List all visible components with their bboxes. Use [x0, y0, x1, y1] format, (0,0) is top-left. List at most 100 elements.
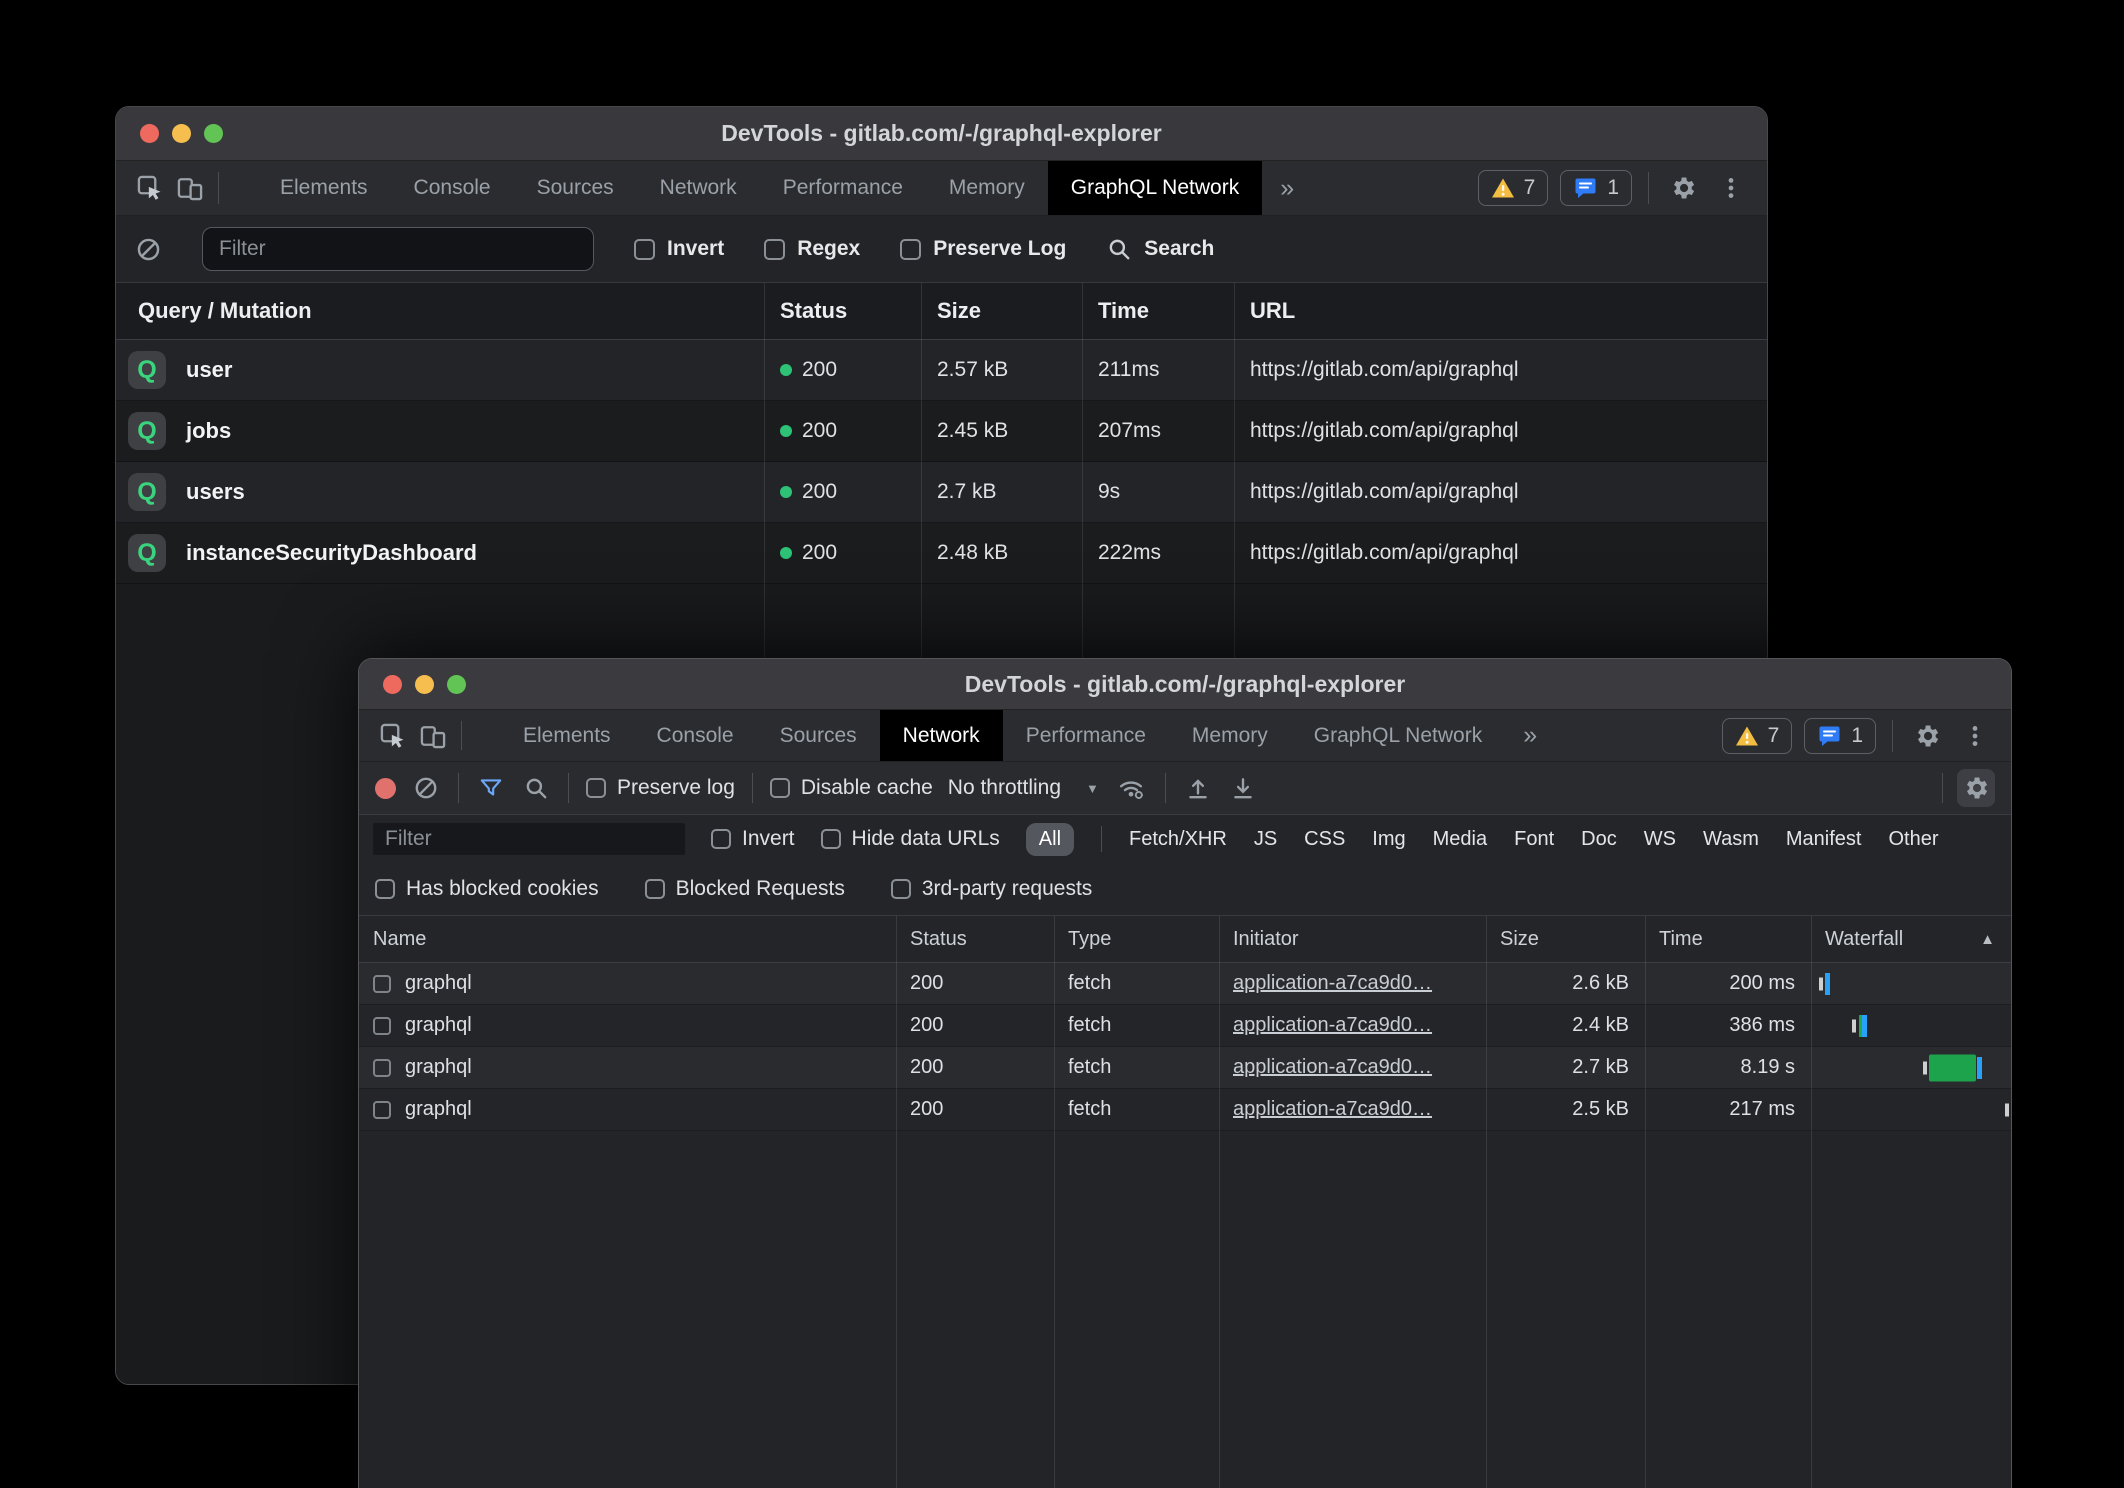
column-waterfall[interactable]: Waterfall ▲: [1811, 928, 2011, 951]
table-row[interactable]: graphql 200 fetch application-a7ca9d0… 2…: [359, 1089, 2011, 1131]
tab-network[interactable]: Network: [880, 710, 1003, 761]
initiator-link[interactable]: application-a7ca9d0…: [1219, 1014, 1486, 1037]
settings-gear-icon[interactable]: [1665, 170, 1701, 206]
column-time[interactable]: Time: [1082, 298, 1234, 324]
column-size[interactable]: Size: [1486, 928, 1645, 951]
hide-data-urls-checkbox[interactable]: [821, 829, 841, 849]
chip-manifest[interactable]: Manifest: [1786, 828, 1862, 851]
search-group[interactable]: Search: [1106, 236, 1214, 262]
network-filter-input[interactable]: [373, 823, 685, 855]
chip-ws[interactable]: WS: [1644, 828, 1676, 851]
kebab-menu-icon[interactable]: [1713, 170, 1749, 206]
warnings-badge[interactable]: 7: [1722, 718, 1793, 754]
more-tabs-icon[interactable]: »: [1262, 161, 1312, 215]
disable-cache-group[interactable]: Disable cache: [770, 776, 933, 800]
clear-icon[interactable]: [411, 775, 441, 801]
preserve-log-checkbox-group[interactable]: Preserve Log: [900, 237, 1066, 261]
tab-elements[interactable]: Elements: [500, 710, 634, 761]
regex-checkbox[interactable]: [764, 239, 785, 260]
initiator-link[interactable]: application-a7ca9d0…: [1219, 972, 1486, 995]
has-blocked-cookies-group[interactable]: Has blocked cookies: [375, 877, 599, 901]
column-type[interactable]: Type: [1054, 928, 1219, 951]
tab-console[interactable]: Console: [634, 710, 757, 761]
chip-css[interactable]: CSS: [1304, 828, 1345, 851]
tab-sources[interactable]: Sources: [757, 710, 880, 761]
invert-group[interactable]: Invert: [711, 827, 795, 851]
chip-font[interactable]: Font: [1514, 828, 1554, 851]
minimize-button[interactable]: [172, 124, 191, 143]
close-button[interactable]: [140, 124, 159, 143]
column-query-mutation[interactable]: Query / Mutation: [116, 298, 764, 324]
chip-media[interactable]: Media: [1433, 828, 1487, 851]
table-row[interactable]: Q user 200 2.57 kB 211ms https://gitlab.…: [116, 340, 1767, 401]
table-row[interactable]: graphql 200 fetch application-a7ca9d0… 2…: [359, 1047, 2011, 1089]
tab-memory[interactable]: Memory: [926, 161, 1048, 215]
column-time[interactable]: Time: [1645, 928, 1811, 951]
tab-elements[interactable]: Elements: [257, 161, 391, 215]
throttling-select[interactable]: No throttling ▼: [948, 776, 1099, 800]
preserve-log-group[interactable]: Preserve log: [586, 776, 735, 800]
maximize-button[interactable]: [204, 124, 223, 143]
regex-checkbox-group[interactable]: Regex: [764, 237, 860, 261]
graphql-filter-input[interactable]: [202, 227, 594, 271]
minimize-button[interactable]: [415, 675, 434, 694]
tab-console[interactable]: Console: [391, 161, 514, 215]
inspect-icon[interactable]: [373, 710, 413, 761]
initiator-link[interactable]: application-a7ca9d0…: [1219, 1098, 1486, 1121]
export-har-icon[interactable]: [1228, 775, 1258, 801]
invert-checkbox[interactable]: [711, 829, 731, 849]
chip-wasm[interactable]: Wasm: [1703, 828, 1759, 851]
tab-graphql-network[interactable]: GraphQL Network: [1048, 161, 1262, 215]
chip-js[interactable]: JS: [1254, 828, 1277, 851]
tab-sources[interactable]: Sources: [514, 161, 637, 215]
more-tabs-icon[interactable]: »: [1505, 710, 1555, 761]
tab-network[interactable]: Network: [637, 161, 760, 215]
device-toolbar-icon[interactable]: [170, 161, 210, 215]
third-party-requests-checkbox[interactable]: [891, 879, 911, 899]
close-button[interactable]: [383, 675, 402, 694]
row-checkbox[interactable]: [373, 1059, 391, 1077]
import-har-icon[interactable]: [1183, 775, 1213, 801]
column-name[interactable]: Name: [359, 928, 896, 951]
inspect-icon[interactable]: [130, 161, 170, 215]
invert-checkbox[interactable]: [634, 239, 655, 260]
kebab-menu-icon[interactable]: [1957, 718, 1993, 754]
tab-performance[interactable]: Performance: [760, 161, 926, 215]
filter-funnel-icon[interactable]: [476, 775, 506, 801]
preserve-log-checkbox[interactable]: [586, 778, 606, 798]
record-button[interactable]: [375, 778, 396, 799]
hide-data-urls-group[interactable]: Hide data URLs: [821, 827, 1000, 851]
column-url[interactable]: URL: [1234, 298, 1767, 324]
network-settings-gear-icon[interactable]: [1957, 769, 1995, 807]
table-row[interactable]: Q users 200 2.7 kB 9s https://gitlab.com…: [116, 462, 1767, 523]
tab-graphql-network[interactable]: GraphQL Network: [1291, 710, 1505, 761]
warnings-badge[interactable]: 7: [1478, 170, 1549, 206]
has-blocked-cookies-checkbox[interactable]: [375, 879, 395, 899]
chip-other[interactable]: Other: [1888, 828, 1938, 851]
preserve-log-checkbox[interactable]: [900, 239, 921, 260]
column-status[interactable]: Status: [764, 298, 921, 324]
title-bar[interactable]: DevTools - gitlab.com/-/graphql-explorer: [359, 659, 2011, 710]
title-bar[interactable]: DevTools - gitlab.com/-/graphql-explorer: [116, 107, 1767, 161]
chip-all[interactable]: All: [1026, 823, 1074, 856]
maximize-button[interactable]: [447, 675, 466, 694]
clear-icon[interactable]: [134, 236, 162, 263]
table-row[interactable]: Q jobs 200 2.45 kB 207ms https://gitlab.…: [116, 401, 1767, 462]
column-size[interactable]: Size: [921, 298, 1082, 324]
initiator-link[interactable]: application-a7ca9d0…: [1219, 1056, 1486, 1079]
search-icon[interactable]: [521, 775, 551, 801]
settings-gear-icon[interactable]: [1909, 718, 1945, 754]
table-row[interactable]: Q instanceSecurityDashboard 200 2.48 kB …: [116, 523, 1767, 584]
disable-cache-checkbox[interactable]: [770, 778, 790, 798]
issues-badge[interactable]: 1: [1804, 718, 1876, 754]
invert-checkbox-group[interactable]: Invert: [634, 237, 724, 261]
device-toolbar-icon[interactable]: [413, 710, 453, 761]
third-party-requests-group[interactable]: 3rd-party requests: [891, 877, 1092, 901]
tab-performance[interactable]: Performance: [1003, 710, 1169, 761]
column-initiator[interactable]: Initiator: [1219, 928, 1486, 951]
column-status[interactable]: Status: [896, 928, 1054, 951]
row-checkbox[interactable]: [373, 975, 391, 993]
chip-doc[interactable]: Doc: [1581, 828, 1617, 851]
tab-memory[interactable]: Memory: [1169, 710, 1291, 761]
row-checkbox[interactable]: [373, 1101, 391, 1119]
